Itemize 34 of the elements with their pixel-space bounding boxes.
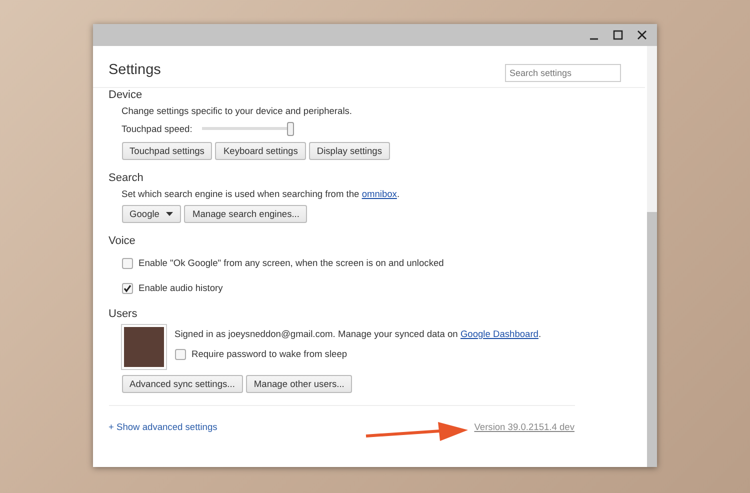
checkbox[interactable] xyxy=(122,258,132,268)
settings-button[interactable]: Display settings xyxy=(308,142,390,160)
checkbox-label: Require password to wake from sleep xyxy=(192,349,348,359)
section-heading: Voice xyxy=(108,235,136,247)
section-description: Change settings specific to your device and peripherals. xyxy=(122,106,353,116)
users-button[interactable]: Manage other users... xyxy=(246,375,352,393)
section-heading: Device xyxy=(108,89,144,101)
caret-icon xyxy=(166,212,174,216)
settings-button[interactable]: Touchpad settings xyxy=(122,142,212,160)
users-button[interactable]: Advanced sync settings... xyxy=(122,375,243,393)
close-icon[interactable] xyxy=(636,30,646,40)
manage-search-engines-button[interactable]: Manage search engines... xyxy=(184,205,308,223)
omnibox-link[interactable]: omnibox xyxy=(362,189,397,199)
settings-button[interactable]: Keyboard settings xyxy=(215,142,306,160)
page-title: Settings xyxy=(108,62,161,78)
maximize-icon[interactable] xyxy=(612,30,622,40)
slider-label: Touchpad speed: xyxy=(122,124,192,134)
version-link[interactable]: Version 39.0.2151.4 dev xyxy=(474,422,574,432)
section-heading: Search xyxy=(108,172,144,184)
section-description: Set which search engine is used when searching from the omnibox. xyxy=(122,189,401,199)
show-advanced-settings-link[interactable]: + Show advanced settings xyxy=(108,422,218,432)
profile-photo-placeholder xyxy=(122,325,166,369)
section-heading: Users xyxy=(108,308,138,320)
checkbox[interactable] xyxy=(174,348,186,360)
scrollbar[interactable] xyxy=(646,46,656,467)
search-field[interactable]: Search settings xyxy=(504,64,620,82)
checkbox[interactable] xyxy=(122,282,132,294)
signed-in-text: Signed in as joeysneddon@gmail.com. Manage your synced data on Google Dashboard. xyxy=(174,329,542,339)
checkbox-label: Enable audio history xyxy=(138,283,223,293)
checkbox-label: Enable "Ok Google" from any screen, when the screen is on and unlocked xyxy=(138,258,444,268)
scrollbar-thumb[interactable] xyxy=(646,212,656,467)
slider-thumb[interactable] xyxy=(287,122,294,136)
google-dashboard-link[interactable]: Google Dashboard xyxy=(460,329,538,339)
search-engine-dropdown[interactable]: Google xyxy=(122,205,182,223)
